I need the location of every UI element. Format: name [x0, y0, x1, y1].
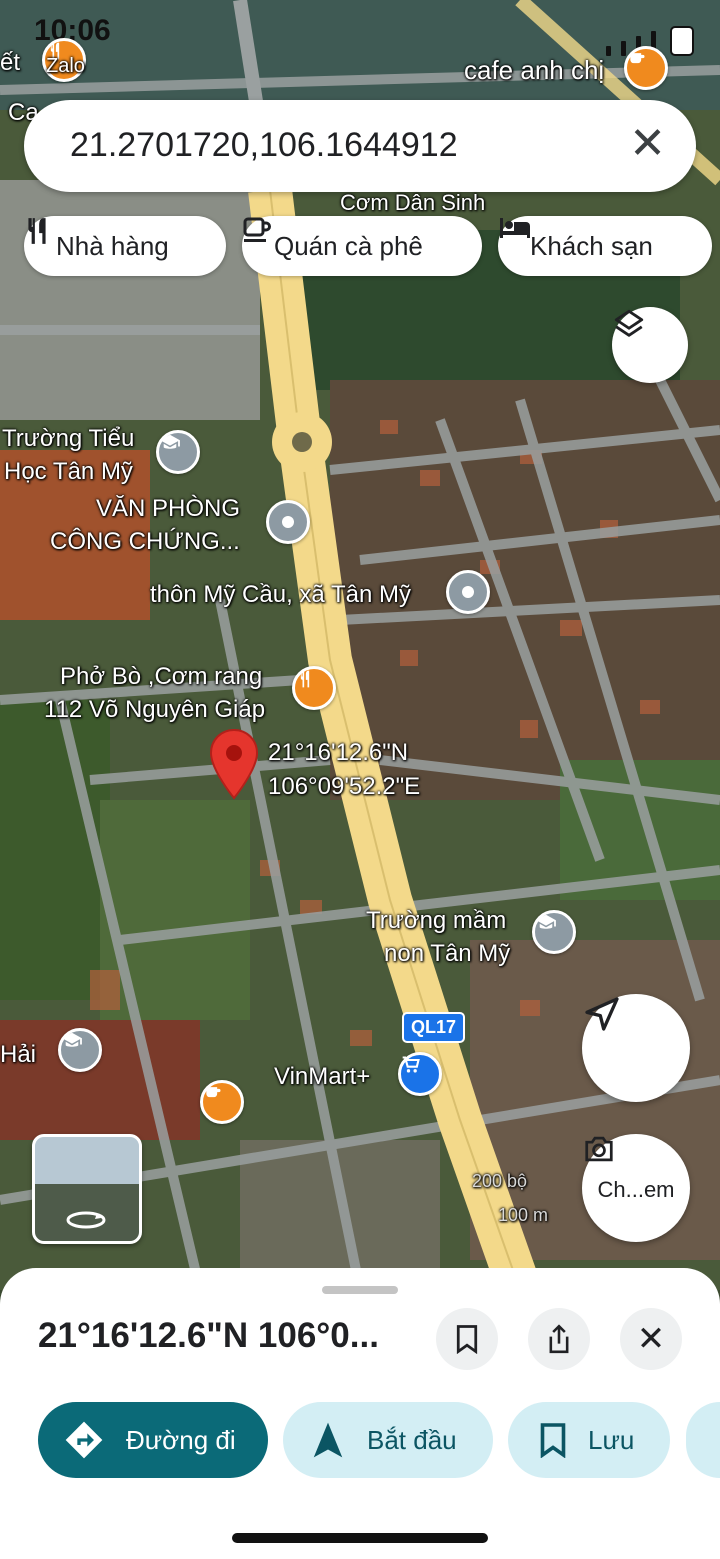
close-icon[interactable]: ✕: [629, 122, 666, 166]
restaurant-label[interactable]: 112 Võ Nguyên Giáp: [44, 693, 265, 726]
map-label: Hải: [0, 1041, 37, 1068]
school-label[interactable]: Trường Tiểu: [2, 422, 134, 455]
cafe-anh-chi-label[interactable]: cafe anh chị: [464, 54, 604, 87]
directions-label: Đường đi: [126, 1424, 236, 1455]
camera-icon: [585, 1136, 613, 1162]
close-sheet-button[interactable]: ✕: [620, 1308, 682, 1370]
layers-button[interactable]: [612, 307, 688, 383]
save-label: Lưu: [588, 1424, 635, 1455]
school-label[interactable]: Học Tân Mỹ: [4, 455, 133, 488]
vinmart-label[interactable]: VinMart+: [274, 1060, 370, 1093]
scale-label: 200 bộ: [472, 1171, 528, 1191]
share-icon: [549, 1324, 569, 1354]
coordinate-label: 106°09'52.2"E: [268, 773, 421, 800]
office-label[interactable]: CÔNG CHỨNG...: [50, 525, 240, 558]
chip-hotels[interactable]: Khách sạn: [498, 216, 712, 276]
place-title: 21°16'12.6"N 106°0...: [38, 1316, 379, 1355]
kindergarten-label[interactable]: Trường mầm: [366, 904, 506, 937]
office-label[interactable]: VĂN PHÒNG: [96, 492, 240, 525]
save-bookmark-button[interactable]: [436, 1308, 498, 1370]
road-badge: QL17: [402, 1012, 466, 1043]
directions-icon: [65, 1421, 103, 1459]
home-indicator[interactable]: [232, 1533, 488, 1543]
kindergarten-label[interactable]: non Tân Mỹ: [384, 937, 510, 970]
school-pin-icon[interactable]: [156, 430, 200, 474]
lens-label: Ch...em: [597, 1177, 675, 1202]
school-pin-icon[interactable]: [58, 1028, 102, 1072]
coffee-pin-icon[interactable]: [624, 46, 668, 90]
close-icon: ✕: [636, 1320, 666, 1358]
street-view-thumbnail[interactable]: [32, 1134, 142, 1244]
village-label[interactable]: thôn Mỹ Cầu, xã Tân Mỹ: [150, 578, 411, 611]
layers-icon: [614, 309, 644, 337]
dropped-pin-icon[interactable]: [208, 728, 260, 800]
search-bar[interactable]: 21.2701720,106.1644912 ✕: [24, 100, 696, 192]
save-button[interactable]: Lưu: [508, 1402, 670, 1478]
place-pin-icon[interactable]: [446, 570, 490, 614]
coffee-pin-icon[interactable]: [200, 1080, 244, 1124]
search-input[interactable]: 21.2701720,106.1644912: [70, 126, 458, 165]
start-button[interactable]: Bắt đầu: [283, 1402, 493, 1478]
lens-button[interactable]: Ch...em: [582, 1134, 690, 1242]
satellite-map[interactable]: 10:06 ết Zalo Ca cafe anh chị 21.2701720…: [0, 0, 720, 1290]
bookmark-icon: [456, 1325, 478, 1354]
chip-coffee[interactable]: Quán cà phê: [242, 216, 482, 276]
battery-icon: [670, 26, 694, 56]
chip-label: Nhà hàng: [56, 230, 169, 261]
directions-button[interactable]: Đường đi: [38, 1402, 268, 1478]
road-label: Cơm Dân Sinh: [340, 190, 486, 215]
navigation-icon: [313, 1422, 343, 1458]
place-pin-icon[interactable]: [266, 500, 310, 544]
shopping-cart-pin-icon[interactable]: [398, 1052, 442, 1096]
rotate-360-icon: [66, 1211, 106, 1229]
my-location-button[interactable]: [582, 994, 690, 1102]
chip-label: Khách sạn: [530, 230, 653, 261]
sheet-handle[interactable]: [322, 1286, 398, 1294]
restaurant-pin-icon[interactable]: [292, 666, 336, 710]
map-label: ết: [0, 49, 21, 76]
bookmark-icon: [540, 1423, 566, 1458]
signal-icon: [606, 46, 611, 56]
coordinate-label: 21°16'12.6"N: [268, 739, 409, 766]
restaurant-label[interactable]: Phở Bò ,Cơm rang: [60, 660, 262, 693]
chip-restaurants[interactable]: Nhà hàng: [24, 216, 226, 276]
share-button[interactable]: [528, 1308, 590, 1370]
school-pin-icon[interactable]: [532, 910, 576, 954]
scale-label: 100 m: [498, 1205, 549, 1225]
start-label: Bắt đầu: [367, 1424, 457, 1455]
chip-label: Quán cà phê: [274, 230, 423, 261]
navigation-arrow-icon: [585, 997, 619, 1031]
map-label: Zalo: [46, 55, 85, 77]
